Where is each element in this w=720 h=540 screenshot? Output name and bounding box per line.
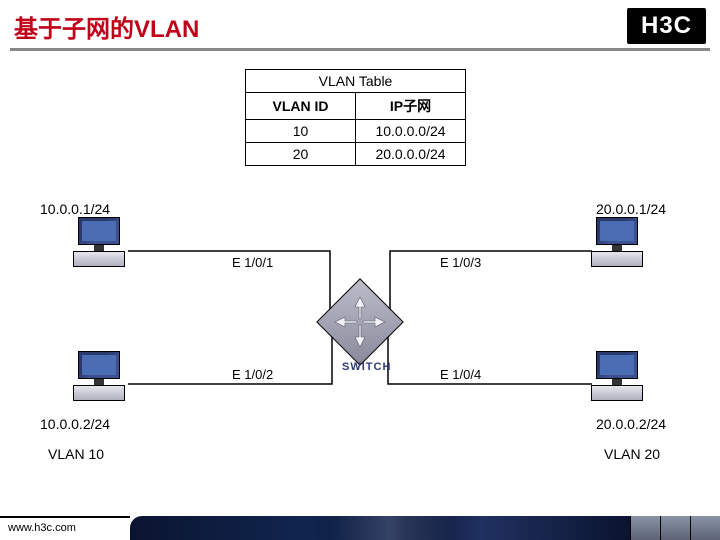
port-label-1: E 1/0/1: [232, 255, 273, 270]
switch-label: SWITCH: [342, 361, 391, 373]
port-label-3: E 1/0/3: [440, 255, 481, 270]
port-label-2: E 1/0/2: [232, 367, 273, 382]
slide-footer: www.h3c.com: [0, 516, 720, 540]
footer-url: www.h3c.com: [0, 516, 130, 540]
port-label-4: E 1/0/4: [440, 367, 481, 382]
brand-logo: H3C: [627, 8, 706, 44]
footer-decoration: [130, 516, 630, 540]
diagram-canvas: VLAN Table VLAN ID IP子网 10 10.0.0.0/24 2…: [0, 51, 720, 511]
footer-cap: [630, 516, 720, 540]
slide-title: 基于子网的VLAN: [14, 9, 199, 44]
